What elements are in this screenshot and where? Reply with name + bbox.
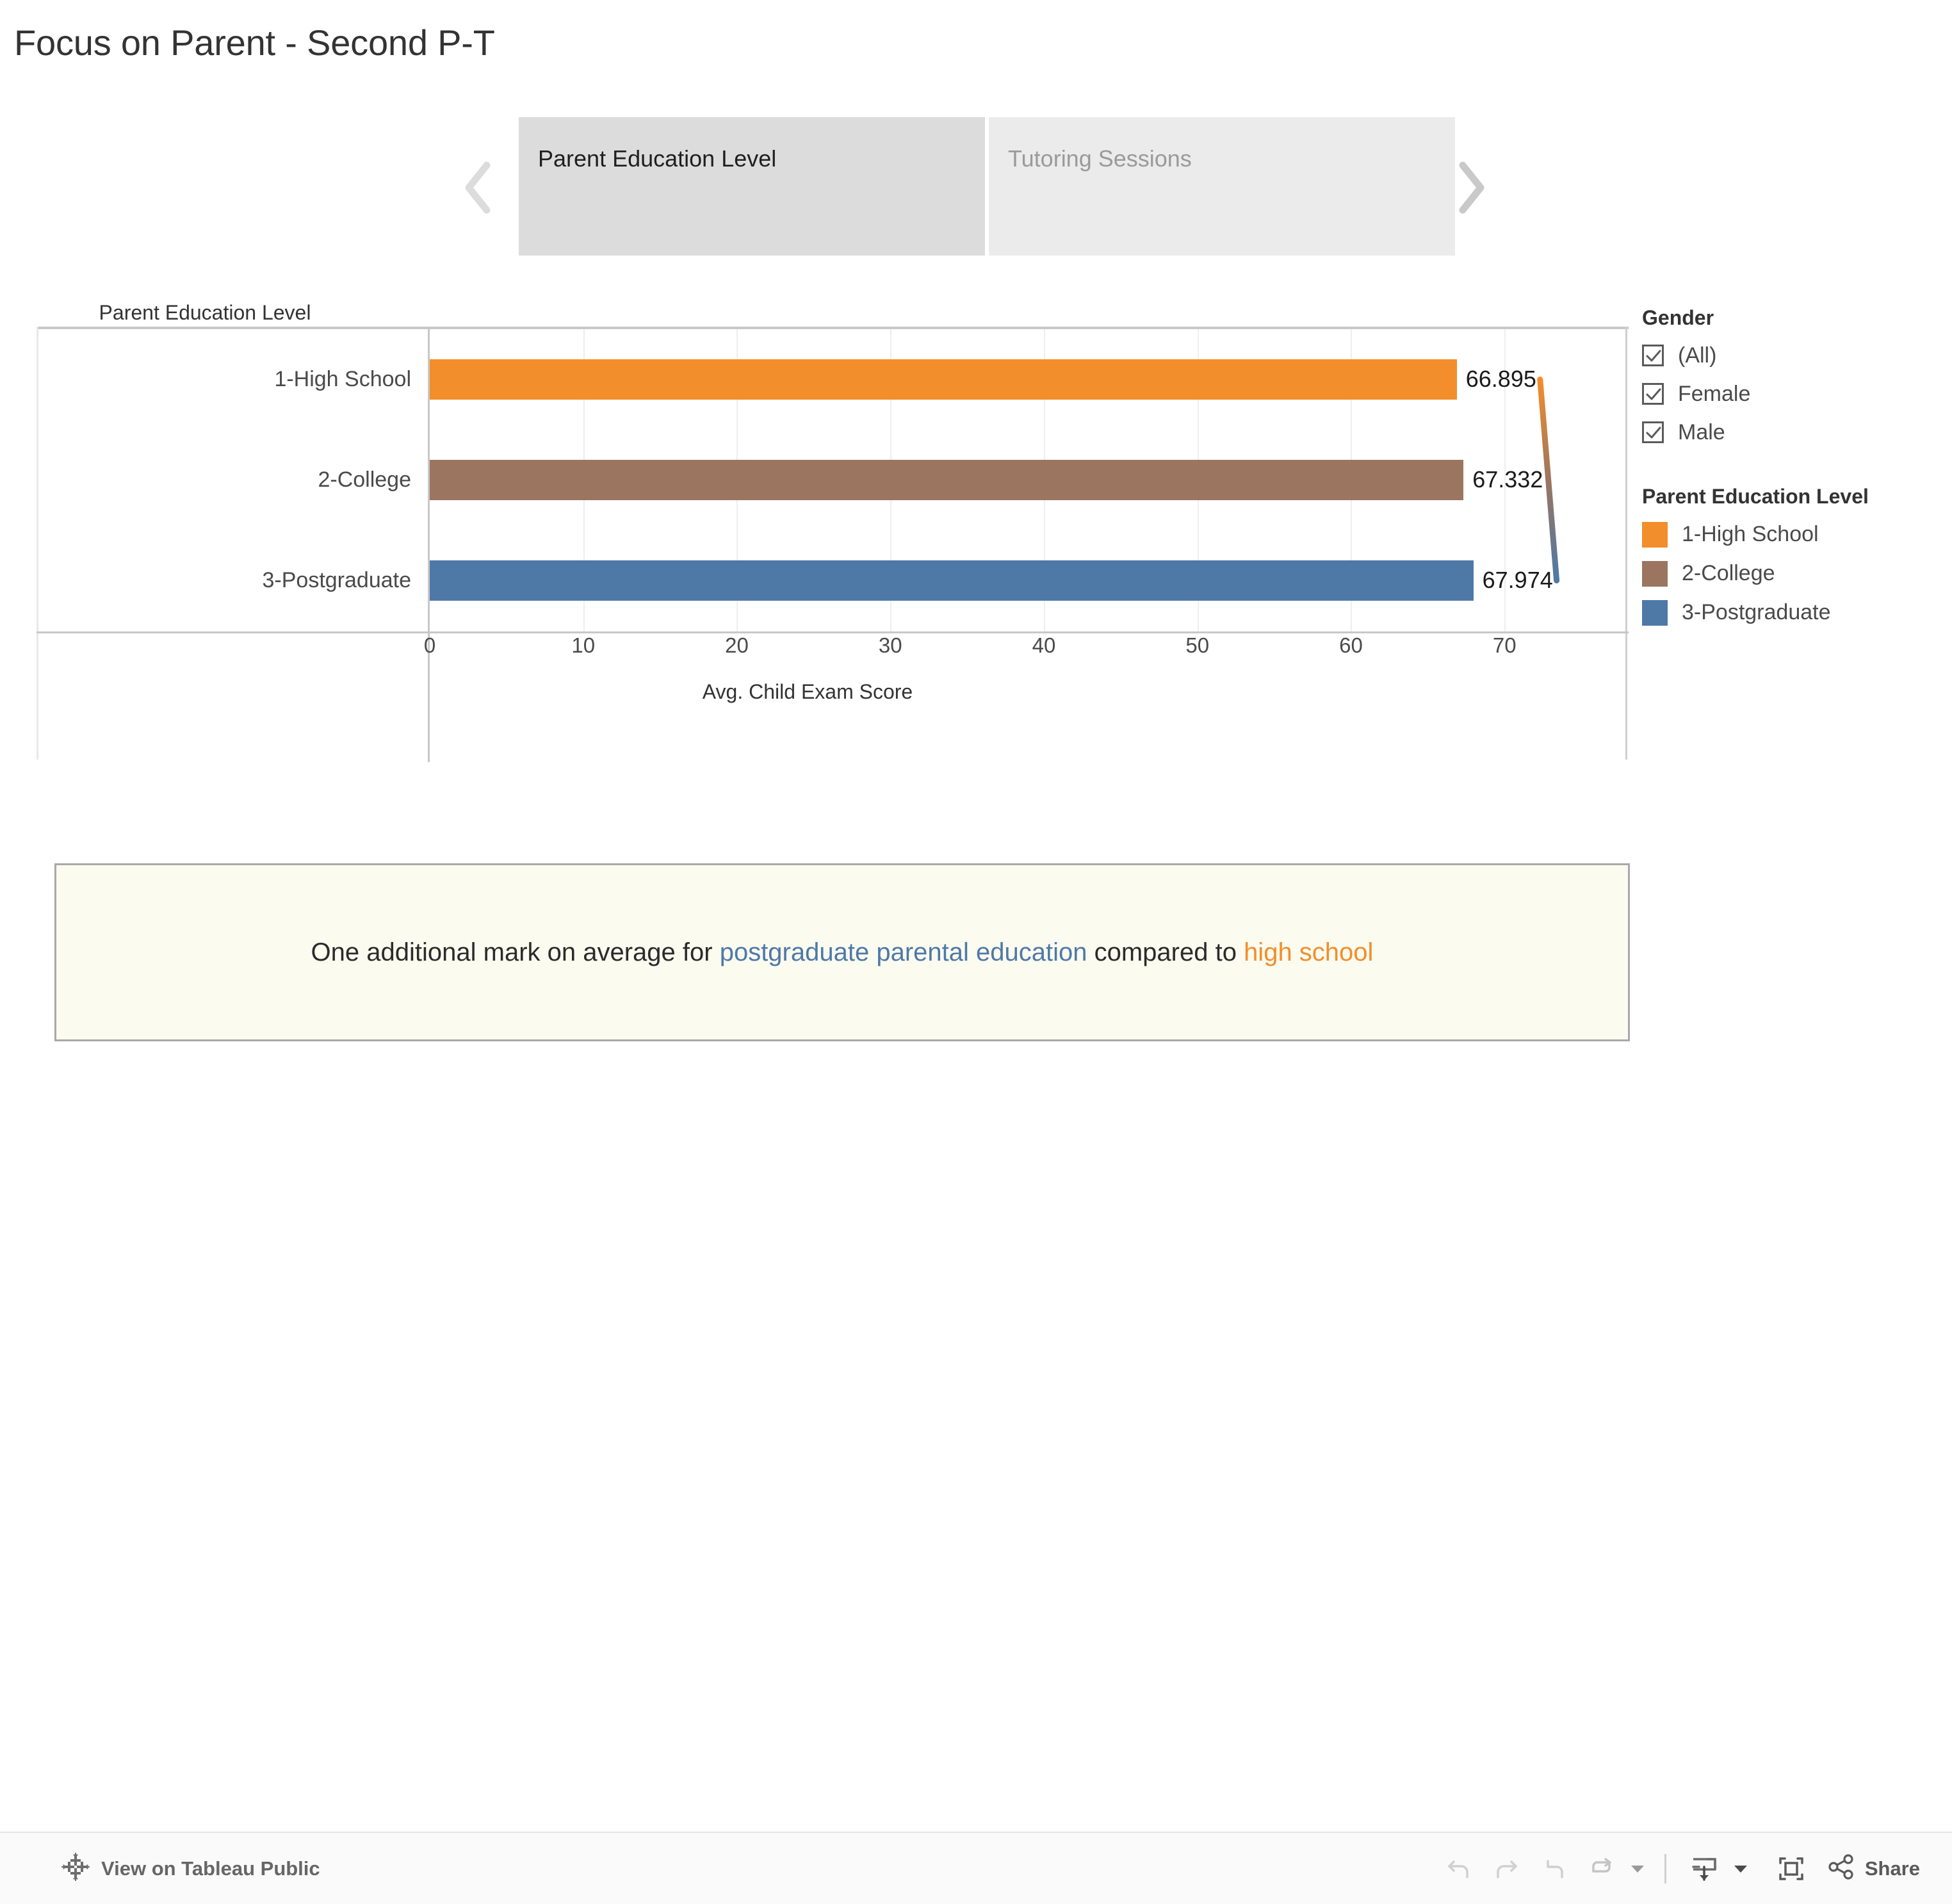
value-axis-ticks: 0 10 20 30 40 50 60 70 (424, 633, 1647, 672)
x-axis-tick-label: 30 (878, 633, 902, 657)
gender-filter-item-female[interactable]: Female (1642, 375, 1943, 413)
refresh-dropdown-caret-down-icon[interactable] (1625, 1845, 1650, 1892)
color-swatch (1642, 521, 1668, 548)
tab-label: Parent Education Level (538, 145, 777, 172)
x-axis-tick-label: 70 (1492, 633, 1517, 657)
revert-icon[interactable] (1530, 1845, 1577, 1892)
bar-1-high-school[interactable] (430, 359, 1457, 400)
color-legend-label: 2-College (1682, 561, 1775, 585)
bar-chart-worksheet: Parent Education Level 1-High School 2-C… (0, 301, 1639, 775)
color-legend-label: 1-High School (1682, 522, 1819, 546)
toolbar-divider (1664, 1853, 1666, 1884)
x-axis-tick-label: 0 (423, 633, 436, 657)
chevron-left-icon[interactable] (455, 157, 500, 218)
tab-strip: Parent Education Level Tutoring Sessions (519, 117, 1455, 256)
download-icon[interactable] (1680, 1845, 1728, 1892)
redo-icon[interactable] (1483, 1845, 1530, 1892)
fullscreen-icon[interactable] (1768, 1845, 1815, 1892)
color-swatch (1642, 599, 1668, 626)
color-swatch (1642, 560, 1668, 587)
gender-filter-label: Female (1678, 381, 1751, 406)
bar-2-college[interactable] (430, 460, 1464, 500)
x-axis-tick-label: 10 (571, 633, 596, 657)
checkbox-checked-icon[interactable] (1642, 383, 1664, 405)
x-axis-tick-label: 60 (1339, 633, 1363, 657)
gender-filter-item-male[interactable]: Male (1642, 413, 1943, 452)
tab-tutoring-sessions[interactable]: Tutoring Sessions (989, 117, 1455, 256)
annotation-middle: compared to (1087, 938, 1244, 966)
gender-filter-title: Gender (1642, 306, 1714, 329)
x-axis-tick-label: 40 (1032, 633, 1056, 657)
plot-area: 66.895 67.332 67.974 (430, 329, 1627, 631)
share-label: Share (1864, 1857, 1920, 1880)
toolbar-actions: Share (1435, 1845, 1920, 1892)
bar-value-label: 67.332 (1472, 466, 1543, 492)
insight-annotation-box: One additional mark on average for postg… (54, 863, 1630, 1041)
dashboard-page: Focus on Parent - Second P-T Parent Educ… (0, 0, 1952, 1904)
tableau-logo-icon (61, 1853, 90, 1884)
category-label-3: 3-Postgraduate (262, 568, 412, 592)
download-dropdown-caret-down-icon[interactable] (1728, 1845, 1753, 1892)
color-legend-item-college[interactable]: 2-College (1642, 554, 1943, 593)
bottom-toolbar: View on Tableau Public Share (0, 1832, 1952, 1904)
x-axis-tick-label: 50 (1185, 633, 1210, 657)
bar-value-label: 67.974 (1482, 567, 1553, 593)
checkbox-checked-icon[interactable] (1642, 345, 1664, 366)
page-title: Focus on Parent - Second P-T (14, 22, 495, 63)
bar-row: 66.895 (430, 329, 1627, 430)
color-legend-item-high-school[interactable]: 1-High School (1642, 515, 1943, 554)
gender-filter-label: Male (1678, 419, 1725, 444)
share-icon (1826, 1852, 1856, 1885)
legend-panel: Gender (All) Female Male Parent Educatio… (1642, 306, 1943, 632)
category-label-2: 2-College (318, 468, 411, 492)
view-on-tableau-public-label: View on Tableau Public (101, 1857, 320, 1880)
tab-navigator: Parent Education Level Tutoring Sessions (448, 117, 1484, 258)
tab-parent-education-level[interactable]: Parent Education Level (519, 117, 985, 256)
color-legend-title: Parent Education Level (1642, 485, 1869, 508)
tab-label: Tutoring Sessions (1008, 145, 1192, 172)
color-legend-label: 3-Postgraduate (1682, 600, 1831, 624)
category-axis-labels: 1-High School 2-College 3-Postgraduate (0, 329, 423, 631)
category-label-1: 1-High School (274, 367, 411, 391)
x-axis-tick-label: 20 (725, 633, 749, 657)
gender-filter-item-all[interactable]: (All) (1642, 336, 1943, 375)
share-button[interactable]: Share (1826, 1852, 1920, 1885)
checkbox-checked-icon[interactable] (1642, 421, 1664, 443)
undo-icon[interactable] (1435, 1845, 1483, 1892)
annotation-highlight-postgraduate: postgraduate parental education (719, 938, 1087, 966)
bar-value-label: 66.895 (1465, 366, 1536, 392)
bar-row: 67.974 (430, 530, 1627, 631)
annotation-highlight-high-school: high school (1244, 938, 1374, 966)
bar-3-postgraduate[interactable] (430, 560, 1474, 601)
x-axis-title: Avg. Child Exam Score (702, 680, 913, 703)
view-on-tableau-public-link[interactable]: View on Tableau Public (61, 1853, 320, 1884)
color-legend-item-postgraduate[interactable]: 3-Postgraduate (1642, 593, 1943, 632)
chevron-right-icon[interactable] (1449, 157, 1493, 218)
gender-filter-label: (All) (1678, 343, 1717, 368)
row-field-label: Parent Education Level (99, 301, 311, 324)
refresh-icon[interactable] (1577, 1845, 1625, 1892)
insight-annotation-text: One additional mark on average for postg… (311, 936, 1374, 969)
bar-row: 67.332 (430, 430, 1627, 530)
annotation-prefix: One additional mark on average for (311, 938, 720, 966)
